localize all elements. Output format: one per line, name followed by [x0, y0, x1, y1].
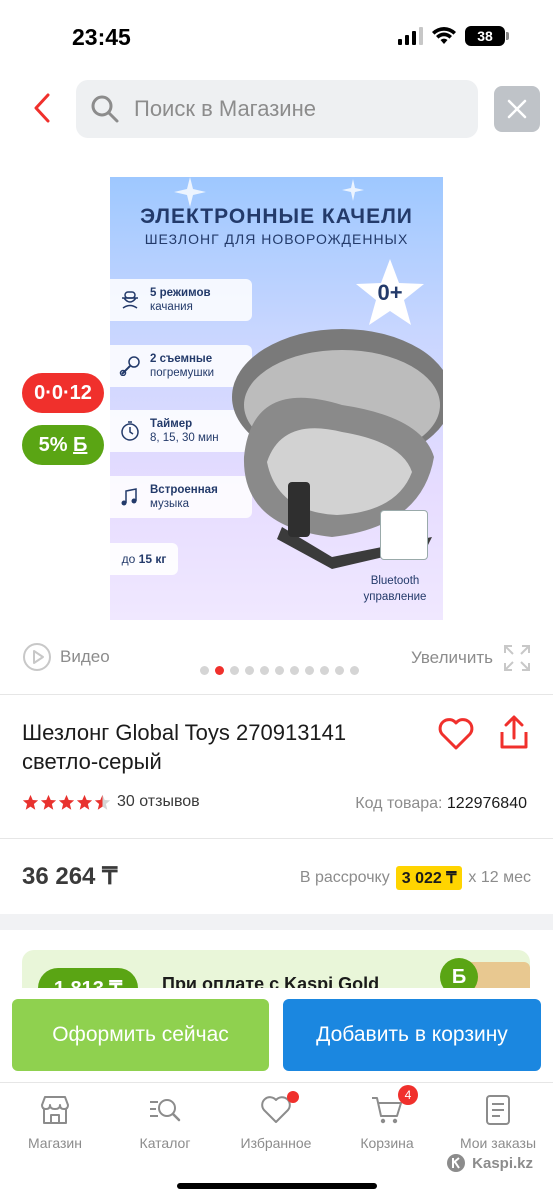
image-subtitle: ШЕЗЛОНГ ДЛЯ НОВОРОЖДЕННЫХ: [144, 231, 409, 247]
orders-icon: [486, 1095, 510, 1125]
installment-badge: 0·0·12: [22, 373, 104, 413]
back-button[interactable]: [24, 88, 60, 128]
nav-item-cart[interactable]: 4 Корзина: [332, 1085, 442, 1151]
pagination-dot[interactable]: [350, 666, 359, 675]
star-icon: [58, 794, 75, 810]
divider: [0, 694, 553, 695]
chevron-left-icon: [34, 93, 50, 123]
search-input[interactable]: [134, 96, 454, 122]
remote-image: [380, 510, 428, 560]
home-indicator[interactable]: [177, 1183, 377, 1189]
image-pagination[interactable]: [200, 666, 359, 675]
share-icon: [500, 715, 528, 749]
heart-icon: [438, 718, 474, 750]
nav-item-orders[interactable]: Мои заказы: [443, 1093, 553, 1151]
rating-summary[interactable]: 30 отзывов: [22, 793, 200, 811]
timer-icon: [121, 421, 139, 441]
watermark: Kaspi.kz: [446, 1153, 533, 1173]
pagination-dot[interactable]: [260, 666, 269, 675]
status-icons: 38: [398, 26, 509, 46]
share-button[interactable]: [494, 714, 534, 754]
buy-now-button[interactable]: Оформить сейчас: [12, 999, 269, 1071]
nav-item-favorites[interactable]: Избранное: [221, 1091, 331, 1151]
sparkle-icon: [174, 177, 206, 207]
battery-indicator: 38: [465, 26, 509, 46]
nav-item-store[interactable]: Магазин: [0, 1093, 110, 1151]
search-bar[interactable]: [76, 80, 478, 138]
installment-amount: 3 022 ₸: [395, 866, 463, 890]
divider: [0, 838, 553, 839]
cellular-signal-icon: [398, 27, 423, 45]
zoom-label: Увеличить: [411, 648, 493, 667]
weight-label: до 15 кг: [110, 543, 178, 575]
zoom-button[interactable]: Увеличить: [411, 644, 531, 672]
pagination-dot[interactable]: [305, 666, 314, 675]
age-label: 0+: [377, 280, 403, 305]
add-to-cart-button[interactable]: Добавить в корзину: [283, 999, 541, 1071]
video-button[interactable]: Видео: [22, 642, 110, 672]
pagination-dot[interactable]: [335, 666, 344, 675]
sparkle-icon: [342, 179, 364, 201]
notification-dot: [287, 1091, 299, 1103]
status-time: 23:45: [72, 24, 131, 50]
favorite-button[interactable]: [436, 714, 476, 754]
product-title: Шезлонг Global Toys 270913141 светло-сер…: [22, 720, 347, 774]
pagination-dot[interactable]: [320, 666, 329, 675]
star-icon: [22, 794, 39, 810]
bonus-symbol: Б: [73, 433, 88, 456]
header: [0, 78, 553, 140]
status-bar: 23:45 38: [0, 0, 553, 70]
review-count: 30 отзывов: [117, 793, 200, 810]
play-icon: [23, 643, 51, 671]
bluetooth-label: Bluetooth управление: [363, 575, 427, 603]
pagination-dot[interactable]: [275, 666, 284, 675]
close-search-button[interactable]: [494, 86, 540, 132]
action-bar: Оформить сейчас Добавить в корзину: [0, 988, 553, 1082]
product-image[interactable]: ЭЛЕКТРОННЫЕ КАЧЕЛИ ШЕЗЛОНГ ДЛЯ НОВОРОЖДЕ…: [110, 177, 443, 620]
product-price: 36 264 ₸: [22, 863, 118, 890]
pagination-dot[interactable]: [290, 666, 299, 675]
kaspi-logo-icon: [447, 1154, 466, 1172]
pagination-dot[interactable]: [200, 666, 209, 675]
expand-icon: [504, 645, 530, 671]
rattle-icon: [119, 356, 140, 376]
installment-info: В рассрочку 3 022 ₸ х 12 мес: [300, 866, 531, 890]
video-label: Видео: [60, 647, 110, 666]
star-icon: [40, 794, 57, 810]
star-icon: [94, 794, 111, 810]
nav-item-catalog[interactable]: Каталог: [110, 1093, 220, 1151]
music-icon: [121, 488, 137, 506]
wifi-icon: [432, 27, 456, 44]
search-icon: [91, 95, 119, 123]
section-separator: [0, 914, 553, 930]
product-code: Код товара: 122976840: [355, 795, 527, 812]
catalog-search-icon: [150, 1099, 181, 1122]
bonus-badge: 5% Б: [22, 425, 104, 465]
star-icon: [76, 794, 93, 810]
pagination-dot[interactable]: [230, 666, 239, 675]
image-title: ЭЛЕКТРОННЫЕ КАЧЕЛИ: [140, 205, 413, 228]
cradle-icon: [122, 291, 138, 309]
close-icon: [507, 99, 527, 119]
store-icon: [41, 1096, 69, 1124]
pagination-dot[interactable]: [215, 666, 224, 675]
pagination-dot[interactable]: [245, 666, 254, 675]
rating-stars: [22, 794, 111, 811]
cart-count-badge: 4: [398, 1085, 418, 1105]
